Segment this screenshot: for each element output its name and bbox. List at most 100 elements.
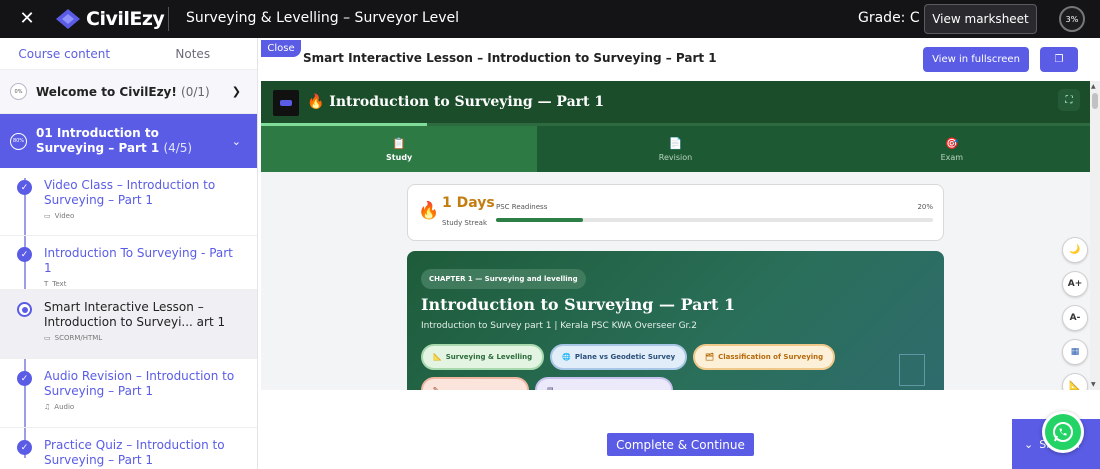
text-icon: T [44, 280, 49, 288]
video-icon: ▭ [44, 212, 51, 220]
view-marksheet-button[interactable]: View marksheet [924, 4, 1037, 34]
grid-icon[interactable]: ▦ [1062, 339, 1088, 365]
section-title: Welcome to CivilEzy! (0/1) [36, 85, 210, 99]
logo-icon [56, 9, 80, 29]
copy-icon[interactable]: ❐ [1040, 47, 1078, 72]
dark-mode-icon[interactable]: 🌙 [1062, 237, 1088, 263]
current-lesson-icon [17, 302, 32, 317]
readiness-bar [496, 218, 933, 222]
close-button[interactable]: Close [261, 40, 301, 57]
tab-revision[interactable]: 📄 Revision [537, 126, 813, 172]
course-title: Surveying & Levelling – Surveyor Level [186, 10, 459, 26]
scroll-thumb[interactable] [1092, 93, 1098, 109]
section-count: (0/1) [181, 84, 210, 99]
course-sidebar: Course content Notes 0% Welcome to Civil… [0, 38, 258, 469]
font-increase-button[interactable]: A+ [1062, 271, 1088, 297]
scroll-up-icon[interactable]: ▲ [1091, 83, 1096, 90]
frame-logo [273, 90, 299, 116]
logo: CivilEzy [54, 7, 165, 31]
chapter-title: Introduction to Surveying — Part 1 [421, 295, 736, 314]
package-icon: ▭ [44, 334, 51, 342]
list-item-current[interactable]: Smart Interactive Lesson – Introduction … [0, 290, 257, 359]
course-progress-ring: 3% [1059, 6, 1085, 32]
topic-tags-overflow: ✎ ▤ [421, 377, 673, 390]
top-bar: ✕ CivilEzy Surveying & Levelling – Surve… [0, 0, 1100, 38]
section-progress-badge: 80% [10, 132, 27, 150]
tab-course-content[interactable]: Course content [0, 38, 129, 69]
expand-icon[interactable]: ⛶ [1058, 89, 1080, 111]
lesson-meta: ♫ Audio [44, 403, 237, 411]
lesson-title: Introduction To Surveying - Part 1 [44, 246, 233, 275]
headphones-icon: ♫ [44, 403, 51, 411]
layers-icon: ▤ [547, 386, 554, 390]
readiness-label: PSC Readiness [496, 203, 548, 211]
lesson-title: Practice Quiz – Introduction to Surveyin… [44, 438, 225, 467]
list-item[interactable]: ✓ Audio Revision – Introduction to Surve… [0, 359, 257, 428]
topic-tag[interactable]: 📐 Surveying & Levelling [421, 344, 545, 370]
tab-label: Study [386, 152, 413, 162]
lesson-title: Video Class – Introduction to Surveying … [44, 178, 216, 207]
list-item[interactable]: ✓ Introduction To Surveying - Part 1 T T… [0, 236, 257, 290]
flame-icon: 🔥 [418, 201, 440, 221]
section-introduction-part-1[interactable]: 80% 01 Introduction to Surveying – Part … [0, 114, 257, 168]
frame-header: 🔥 Introduction to Surveying — Part 1 ⛶ [261, 81, 1090, 125]
check-circle-icon: ✓ [17, 180, 32, 195]
complete-continue-button[interactable]: Complete & Continue [607, 433, 754, 456]
topic-tag[interactable]: 🗂 Classification of Surveying [693, 344, 836, 370]
streak-card: 🔥 1 Days Study Streak PSC Readiness 20% [407, 184, 944, 241]
tag-label: Surveying & Levelling [445, 353, 533, 361]
streak-label: Study Streak [442, 219, 487, 227]
check-circle-icon: ✓ [17, 247, 32, 262]
tab-notes[interactable]: Notes [129, 38, 258, 69]
tab-label: Exam [940, 152, 964, 162]
ruler-icon[interactable]: 📐 [1062, 373, 1088, 390]
section-title: 01 Introduction to Surveying – Part 1 (4… [36, 126, 216, 156]
lesson-type: SCORM/HTML [54, 334, 103, 342]
lesson-meta: ▭ SCORM/HTML [44, 334, 237, 342]
section-welcome[interactable]: 0% Welcome to CivilEzy! (0/1) ❯ [0, 70, 257, 114]
document-icon: 📄 [668, 136, 683, 150]
list-item[interactable]: ✓ Practice Quiz – Introduction to Survey… [0, 428, 257, 468]
lesson-list: ✓ Video Class – Introduction to Surveyin… [0, 168, 257, 468]
grade-label: Grade: C [858, 10, 920, 26]
view-fullscreen-button[interactable]: View in fullscreen [923, 47, 1029, 72]
chapter-subtitle: Introduction to Survey part 1 | Kerala P… [421, 321, 698, 331]
tab-exam[interactable]: 🎯 Exam [814, 126, 1090, 172]
section-count: (4/5) [163, 141, 193, 155]
scorm-frame: 🔥 Introduction to Surveying — Part 1 ⛶ 📋… [261, 81, 1090, 390]
frame-scrollbar[interactable]: ▲ ▼ [1090, 81, 1100, 390]
target-icon: 🎯 [944, 136, 959, 150]
section-title-text: Welcome to CivilEzy! [36, 84, 177, 99]
ruler-icon: 📐 [433, 353, 442, 361]
decorative-frame [899, 354, 925, 386]
lesson-type: Video [54, 212, 75, 220]
tag-label: Classification of Surveying [718, 353, 824, 361]
lesson-meta: T Text [44, 280, 237, 288]
tag-label: Plane vs Geodetic Survey [574, 353, 676, 361]
check-circle-icon: ✓ [17, 440, 32, 455]
scroll-down-icon[interactable]: ▼ [1091, 381, 1096, 388]
tab-study[interactable]: 📋 Study [261, 126, 538, 172]
pencil-icon: ✎ [433, 386, 439, 390]
whatsapp-icon[interactable] [1042, 411, 1084, 453]
streak-value: 1 Days [442, 195, 495, 211]
topic-tag-partial[interactable]: ✎ [421, 377, 529, 390]
readiness-fill [496, 218, 584, 222]
close-icon[interactable]: ✕ [17, 9, 37, 29]
list-item[interactable]: ✓ Video Class – Introduction to Surveyin… [0, 168, 257, 236]
section-title-text: 01 Introduction to Surveying – Part 1 [36, 126, 160, 155]
lesson-title: Smart Interactive Lesson – Introduction … [44, 300, 226, 329]
topic-tags: 📐 Surveying & Levelling 🌐 Plane vs Geodeti… [421, 344, 836, 370]
divider [168, 7, 169, 31]
frame-title: 🔥 Introduction to Surveying — Part 1 [307, 94, 605, 110]
font-decrease-button[interactable]: A- [1062, 305, 1088, 331]
chevron-down-double-icon: ⌄ [1024, 437, 1034, 451]
sidebar-tabs: Course content Notes [0, 38, 257, 70]
lesson-title: Audio Revision – Introduction to Surveyi… [44, 369, 235, 398]
topic-tag-partial[interactable]: ▤ [535, 377, 673, 390]
lesson-content: Close Smart Interactive Lesson – Introdu… [261, 38, 1100, 469]
lesson-type: Audio [54, 403, 75, 411]
logo-text: CivilEzy [86, 8, 165, 30]
topic-tag[interactable]: 🌐 Plane vs Geodetic Survey [550, 344, 688, 370]
chevron-down-icon: ⌄ [231, 134, 241, 148]
